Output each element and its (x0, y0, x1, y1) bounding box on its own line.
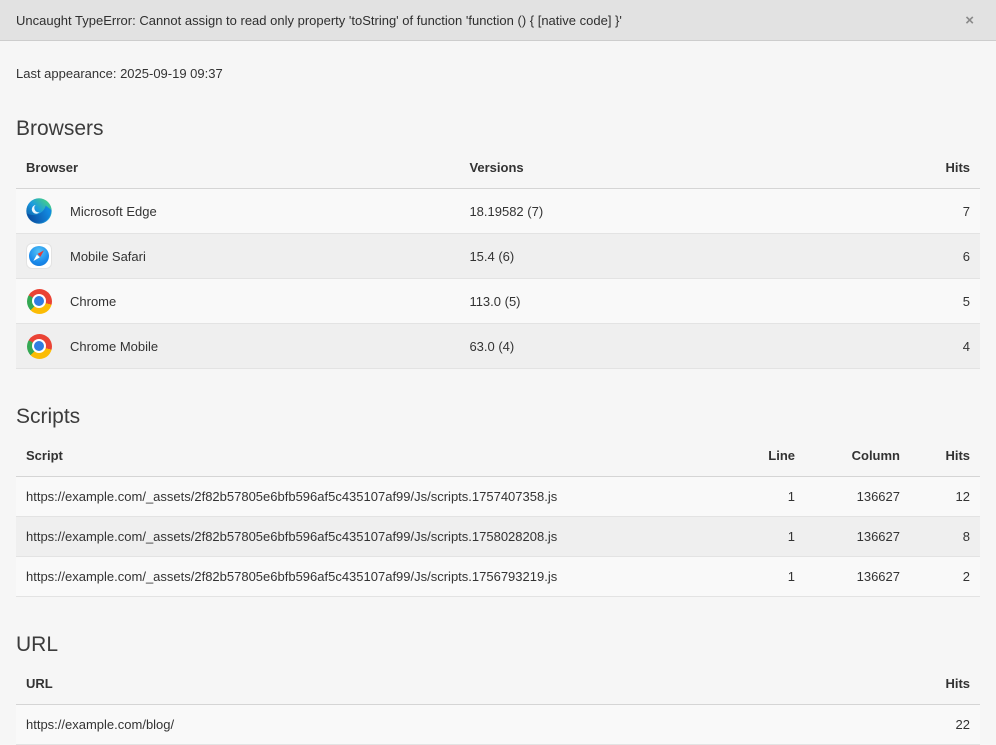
scripts-table: Script Line Column Hits https://example.… (16, 435, 980, 597)
browser-hits: 7 (900, 189, 980, 234)
column-header-versions: Versions (459, 147, 900, 189)
script-hits: 8 (910, 517, 980, 557)
error-title: Uncaught TypeError: Cannot assign to rea… (16, 13, 959, 28)
table-row: Chrome Mobile 63.0 (4) 4 (16, 324, 980, 369)
script-line: 1 (735, 557, 805, 597)
column-header-browser: Browser (16, 147, 459, 189)
script-column: 136627 (805, 517, 910, 557)
url-table: URL Hits https://example.com/blog/ 22 (16, 663, 980, 745)
url-table-header-row: URL Hits (16, 663, 980, 705)
table-row: https://example.com/blog/ 22 (16, 705, 980, 745)
table-row: https://example.com/_assets/2f82b57805e6… (16, 517, 980, 557)
browser-name: Chrome (70, 294, 116, 309)
script-url: https://example.com/_assets/2f82b57805e6… (16, 557, 735, 597)
browser-name: Microsoft Edge (70, 204, 157, 219)
column-header-script: Script (16, 435, 735, 477)
table-row: Mobile Safari 15.4 (6) 6 (16, 234, 980, 279)
browser-hits: 6 (900, 234, 980, 279)
mobile-safari-icon (26, 243, 52, 269)
table-row: https://example.com/_assets/2f82b57805e6… (16, 477, 980, 517)
script-url: https://example.com/_assets/2f82b57805e6… (16, 477, 735, 517)
microsoft-edge-icon (26, 198, 52, 224)
script-line: 1 (735, 477, 805, 517)
browser-hits: 5 (900, 279, 980, 324)
table-row: Microsoft Edge 18.19582 (7) 7 (16, 189, 980, 234)
browser-version: 18.19582 (7) (459, 189, 900, 234)
error-detail-page: Last appearance: 2025-09-19 09:37 Browse… (0, 66, 996, 745)
column-header-hits: Hits (900, 147, 980, 189)
scripts-section-heading: Scripts (16, 405, 980, 429)
browser-version: 63.0 (4) (459, 324, 900, 369)
column-header-line: Line (735, 435, 805, 477)
browsers-table-header-row: Browser Versions Hits (16, 147, 980, 189)
script-column: 136627 (805, 477, 910, 517)
column-header-column: Column (805, 435, 910, 477)
close-icon[interactable]: × (959, 9, 980, 32)
last-appearance-text: Last appearance: 2025-09-19 09:37 (16, 66, 980, 81)
script-hits: 2 (910, 557, 980, 597)
column-header-hits: Hits (910, 663, 980, 705)
column-header-url: URL (16, 663, 910, 705)
script-line: 1 (735, 517, 805, 557)
error-alert-bar: Uncaught TypeError: Cannot assign to rea… (0, 0, 996, 41)
browser-name: Chrome Mobile (70, 339, 158, 354)
column-header-hits: Hits (910, 435, 980, 477)
browsers-table: Browser Versions Hits (16, 147, 980, 369)
browser-name: Mobile Safari (70, 249, 146, 264)
url-value: https://example.com/blog/ (16, 705, 910, 745)
script-url: https://example.com/_assets/2f82b57805e6… (16, 517, 735, 557)
chrome-icon (26, 333, 52, 359)
table-row: https://example.com/_assets/2f82b57805e6… (16, 557, 980, 597)
scripts-table-header-row: Script Line Column Hits (16, 435, 980, 477)
browser-hits: 4 (900, 324, 980, 369)
browser-version: 113.0 (5) (459, 279, 900, 324)
browser-version: 15.4 (6) (459, 234, 900, 279)
url-hits: 22 (910, 705, 980, 745)
script-hits: 12 (910, 477, 980, 517)
chrome-icon (26, 288, 52, 314)
table-row: Chrome 113.0 (5) 5 (16, 279, 980, 324)
url-section-heading: URL (16, 633, 980, 657)
browsers-section-heading: Browsers (16, 117, 980, 141)
script-column: 136627 (805, 557, 910, 597)
